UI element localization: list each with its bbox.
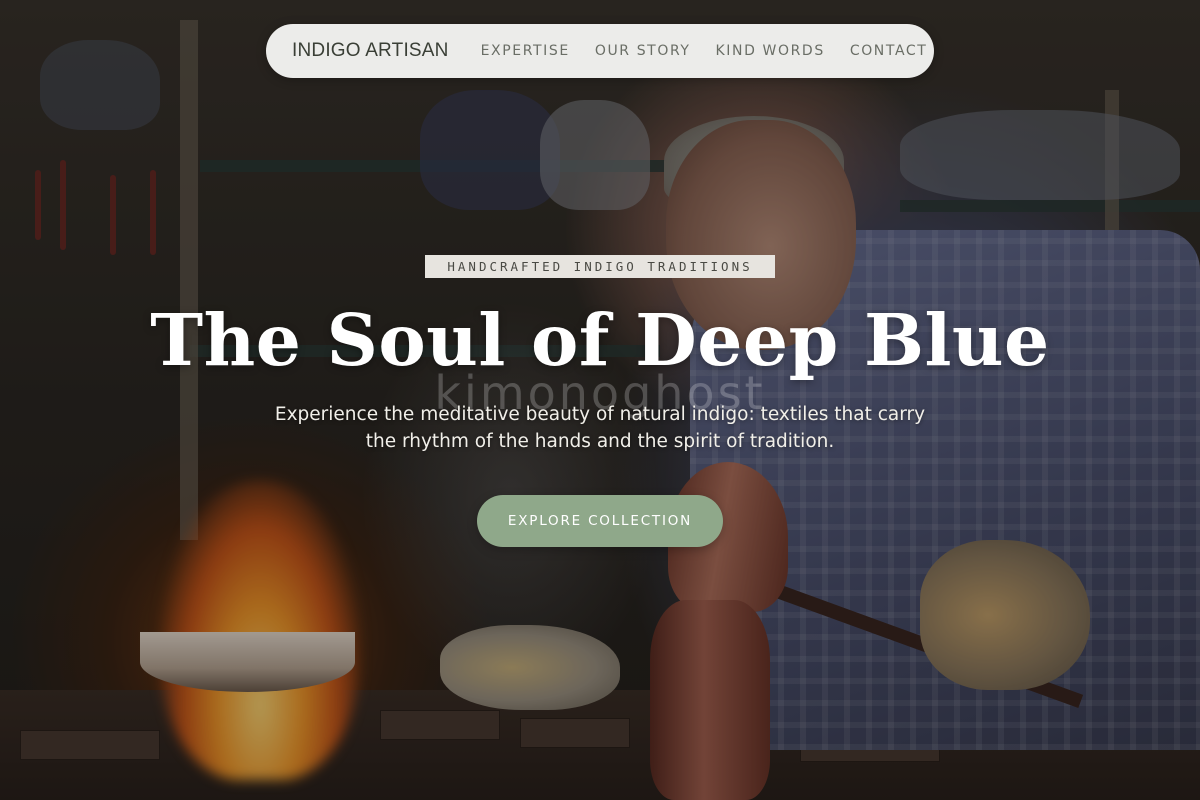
- nav-link-kind-words[interactable]: KIND WORDS: [716, 43, 825, 59]
- nav-link-expertise[interactable]: EXPERTISE: [481, 43, 570, 59]
- nav-link-contact[interactable]: CONTACT: [850, 43, 928, 59]
- hero-subtitle: Experience the meditative beauty of natu…: [274, 404, 926, 452]
- brand-logo[interactable]: INDIGO ARTISAN: [292, 40, 449, 62]
- explore-collection-button[interactable]: EXPLORE COLLECTION: [477, 495, 723, 547]
- top-navbar: INDIGO ARTISAN EXPERTISE OUR STORY KIND …: [266, 24, 934, 78]
- nav-link-our-story[interactable]: OUR STORY: [595, 43, 691, 59]
- hero-eyebrow-badge: HANDCRAFTED INDIGO TRADITIONS: [425, 255, 775, 278]
- nav-links: EXPERTISE OUR STORY KIND WORDS CONTACT: [481, 43, 928, 59]
- hero-title: The Soul of Deep Blue: [150, 298, 1050, 382]
